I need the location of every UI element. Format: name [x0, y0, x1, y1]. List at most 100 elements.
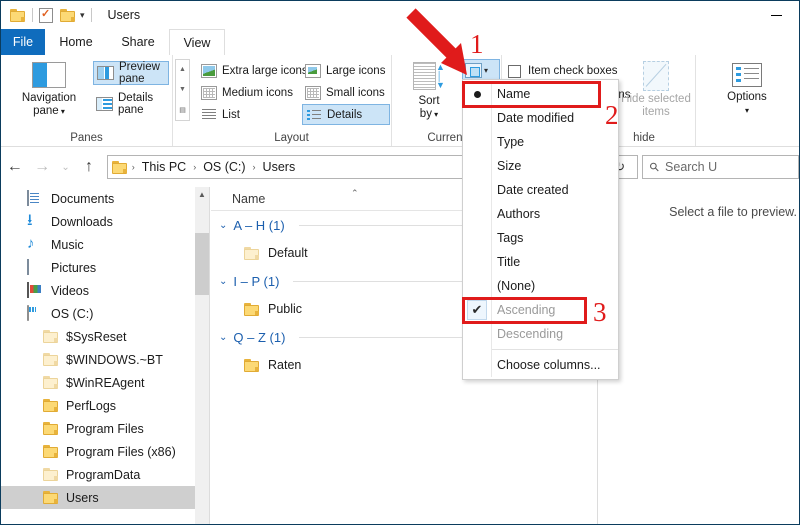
menu-item-choose-columns[interactable]: Choose columns...: [463, 353, 618, 377]
sort-by-dropdown-menu: Name Date modified Type Size Date create…: [462, 79, 619, 380]
ribbon-tabs: File Home Share View: [1, 29, 799, 55]
menu-separator: [491, 349, 618, 350]
chevron-down-icon[interactable]: ⌄: [219, 276, 227, 287]
ribbon-group-layout: Extra large icons Medium icons List Larg…: [192, 55, 392, 146]
annotation-step-3: 3: [593, 297, 607, 327]
navigation-pane-scrollbar[interactable]: ▲: [195, 187, 209, 524]
scroll-more-icon[interactable]: ▤: [179, 106, 186, 114]
sidebar-item-users[interactable]: Users: [1, 486, 209, 509]
options-button[interactable]: Options ▾: [714, 59, 780, 125]
new-folder-icon[interactable]: [60, 8, 76, 22]
layout-small-icons[interactable]: Small icons: [302, 82, 390, 103]
sort-ascending-icon: ⌃: [351, 188, 359, 198]
properties-icon[interactable]: [39, 7, 53, 23]
sidebar-item-program-files[interactable]: Program Files: [1, 417, 209, 440]
layout-scroll-buttons[interactable]: ▲ ▼ ▤: [175, 59, 190, 121]
tab-file[interactable]: File: [1, 29, 45, 55]
menu-item-authors[interactable]: Authors: [463, 202, 618, 226]
navigation-pane-button[interactable]: Navigation pane ▾: [7, 59, 91, 125]
sidebar-item-music[interactable]: ♪ Music: [1, 233, 209, 256]
menu-item-tags[interactable]: Tags: [463, 226, 618, 250]
scroll-down-icon[interactable]: ▼: [179, 86, 186, 93]
menu-item-title[interactable]: Title: [463, 250, 618, 274]
chevron-down-icon: ▾: [58, 107, 65, 116]
layout-details[interactable]: Details: [302, 104, 390, 125]
menu-item-label: Choose columns...: [497, 358, 601, 372]
item-check-boxes-label: Item check boxes: [528, 65, 618, 77]
sidebar-item-videos[interactable]: Videos: [1, 279, 209, 302]
recent-locations-button[interactable]: ⌄: [56, 153, 76, 181]
item-check-boxes-toggle[interactable]: Item check boxes: [508, 61, 617, 81]
layout-medium-icons[interactable]: Medium icons: [198, 82, 308, 103]
folder-dim-icon: [244, 246, 260, 260]
minimize-button[interactable]: [753, 1, 799, 29]
hide-selected-items-button[interactable]: Hide selected items: [618, 59, 694, 125]
quick-access-toolbar: ▾: [1, 7, 98, 23]
chevron-down-icon[interactable]: ⌄: [219, 332, 227, 343]
divider: [491, 82, 492, 377]
sort-by-label2: by: [419, 108, 432, 120]
chevron-down-icon[interactable]: ▾: [484, 66, 488, 75]
search-input[interactable]: ⚲ Search U: [642, 155, 799, 179]
scroll-up-icon[interactable]: ▲: [195, 187, 209, 203]
group-header-label: A – H (1): [233, 217, 285, 233]
layout-large-icons[interactable]: Large icons: [302, 60, 390, 81]
sidebar-item-perflogs[interactable]: PerfLogs: [1, 394, 209, 417]
breadcrumb-separator[interactable]: ›: [193, 162, 196, 172]
menu-item-label: (None): [497, 279, 536, 293]
menu-item-name[interactable]: Name: [463, 82, 618, 106]
chevron-down-icon[interactable]: ▾: [745, 106, 749, 115]
breadcrumb-item-os-c[interactable]: OS (C:): [200, 160, 248, 174]
sidebar-item-os-c[interactable]: OS (C:): [1, 302, 209, 325]
hide-selected-label2: items: [642, 106, 670, 118]
sidebar-item-sysreset[interactable]: $SysReset: [1, 325, 209, 348]
small-icons-icon: [305, 85, 321, 100]
layout-list[interactable]: List: [198, 104, 308, 125]
forward-button[interactable]: →: [28, 153, 55, 181]
menu-item-size[interactable]: Size: [463, 154, 618, 178]
folder-dim-icon: [43, 376, 59, 389]
tab-home[interactable]: Home: [45, 29, 107, 55]
sidebar-item-downloads[interactable]: ⭳ Downloads: [1, 210, 209, 233]
menu-item-date-created[interactable]: Date created: [463, 178, 618, 202]
sort-by-button[interactable]: ▲ │ ▼ Sort by ▾: [398, 59, 460, 125]
layout-label: Medium icons: [222, 86, 293, 99]
chevron-down-icon[interactable]: ▾: [80, 10, 85, 21]
folder-icon: [244, 302, 260, 316]
breadcrumb-separator[interactable]: ›: [253, 162, 256, 172]
sidebar-item-documents[interactable]: Documents: [1, 187, 209, 210]
tab-view[interactable]: View: [169, 29, 225, 55]
column-header-name[interactable]: Name: [211, 192, 265, 206]
chevron-down-icon[interactable]: ⌄: [219, 220, 227, 231]
options-label: Options: [727, 91, 767, 103]
add-columns-button[interactable]: ▾: [462, 59, 500, 81]
breadcrumb-item-users[interactable]: Users: [260, 160, 299, 174]
sidebar-item-windows-bt[interactable]: $WINDOWS.~BT: [1, 348, 209, 371]
list-item-label: Public: [268, 302, 303, 316]
preview-pane-toggle[interactable]: Preview pane: [93, 61, 169, 85]
menu-item-label: Name: [497, 87, 531, 101]
up-button[interactable]: ↑: [75, 153, 102, 181]
medium-icons-icon: [201, 85, 217, 100]
breadcrumb-separator[interactable]: ›: [132, 162, 135, 172]
layout-extra-large-icons[interactable]: Extra large icons: [198, 60, 308, 81]
sidebar-item-programdata[interactable]: ProgramData: [1, 463, 209, 486]
documents-icon: [27, 190, 44, 206]
tab-share[interactable]: Share: [107, 29, 169, 55]
music-icon: ♪: [27, 235, 35, 252]
sidebar-item-label: Users: [66, 490, 99, 505]
menu-item-none[interactable]: (None): [463, 274, 618, 298]
checkbox-icon[interactable]: [508, 64, 521, 78]
sidebar-item-winreagent[interactable]: $WinREAgent: [1, 371, 209, 394]
details-pane-toggle[interactable]: Details pane: [93, 92, 169, 116]
scrollbar-thumb[interactable]: [195, 233, 209, 295]
folder-icon: [43, 445, 59, 458]
scroll-up-icon[interactable]: ▲: [179, 66, 186, 73]
menu-item-date-modified[interactable]: Date modified: [463, 106, 618, 130]
sidebar-item-program-files-x86[interactable]: Program Files (x86): [1, 440, 209, 463]
menu-item-type[interactable]: Type: [463, 130, 618, 154]
breadcrumb-item-this-pc[interactable]: This PC: [139, 160, 189, 174]
folder-icon[interactable]: [10, 8, 26, 22]
sidebar-item-pictures[interactable]: Pictures: [1, 256, 209, 279]
back-button[interactable]: ←: [1, 153, 28, 181]
